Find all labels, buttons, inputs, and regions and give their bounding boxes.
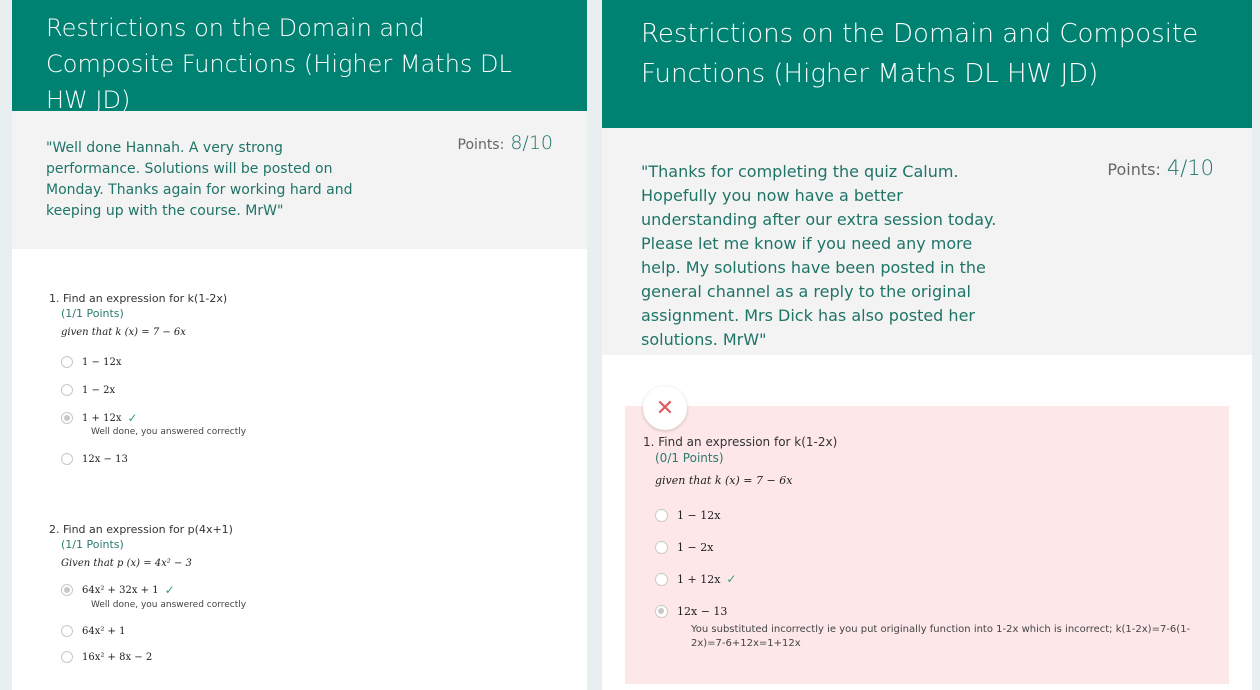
- radio-button[interactable]: [61, 356, 73, 368]
- check-icon: ✓: [127, 411, 138, 425]
- question-title: 2. Find an expression for p(4x+1): [49, 523, 233, 536]
- option-2[interactable]: 1 − 2x: [655, 531, 1213, 563]
- question-given: Given that p (x) = 4x² − 3: [61, 558, 192, 569]
- question-1: 1. Find an expression for k(1-2x) (1/1 P…: [49, 292, 549, 473]
- option-4[interactable]: 12x − 13: [61, 445, 549, 473]
- question-points: (1/1 Points): [61, 307, 124, 320]
- radio-button-selected[interactable]: [61, 584, 73, 596]
- option-3[interactable]: 16x² + 8x − 2: [61, 644, 549, 670]
- check-icon: ✓: [726, 572, 737, 586]
- option-label: 1 − 12x: [677, 508, 721, 522]
- points-display: Points: 4/10: [1107, 156, 1214, 182]
- points-score: 8/10: [510, 132, 553, 154]
- radio-button[interactable]: [61, 453, 73, 465]
- question-points: (1/1 Points): [61, 538, 124, 551]
- check-icon: ✓: [164, 583, 175, 597]
- teacher-feedback: "Well done Hannah. A very strong perform…: [12, 111, 587, 249]
- incorrect-question-card: ✕ 1. Find an expression for k(1-2x) (0/1…: [625, 386, 1229, 684]
- option-label: 1 + 12x: [677, 572, 721, 586]
- options-list: 64x² + 32x + 1 ✓ Well done, you answered…: [61, 577, 549, 670]
- options-list: 1 − 12x 1 − 2x 1 + 12x ✓ Well done, you …: [61, 348, 549, 473]
- points-label: Points:: [1107, 160, 1161, 179]
- options-list: 1 − 12x 1 − 2x 1 + 12x ✓ 12x − 13 You su…: [655, 499, 1213, 651]
- question-given: given that k (x) = 7 − 6x: [61, 327, 186, 338]
- question-2: 2. Find an expression for p(4x+1) (1/1 P…: [49, 523, 549, 670]
- option-label: 1 − 2x: [82, 384, 116, 396]
- radio-button[interactable]: [655, 572, 668, 586]
- question-title: 1. Find an expression for k(1-2x): [49, 292, 228, 305]
- question-given: given that k (x) = 7 − 6x: [655, 474, 793, 487]
- option-label: 12x − 13: [677, 604, 728, 618]
- answer-feedback: Well done, you answered correctly: [91, 600, 247, 610]
- question-points: (0/1 Points): [655, 451, 724, 465]
- option-label: 12x − 13: [82, 453, 128, 465]
- points-display: Points: 8/10: [458, 133, 553, 156]
- answer-feedback: Well done, you answered correctly: [91, 427, 247, 437]
- question-title: 1. Find an expression for k(1-2x): [643, 435, 838, 449]
- radio-button[interactable]: [61, 384, 73, 396]
- teacher-feedback: "Thanks for completing the quiz Calum. H…: [602, 128, 1252, 355]
- radio-button-selected[interactable]: [655, 604, 668, 618]
- answer-feedback: You substituted incorrectly ie you put o…: [691, 624, 1191, 649]
- radio-button-selected[interactable]: [61, 412, 73, 424]
- quiz-result-panel-left: Restrictions on the Domain and Composite…: [12, 0, 587, 690]
- quiz-title: Restrictions on the Domain and Composite…: [602, 0, 1252, 128]
- option-3[interactable]: 1 + 12x ✓: [655, 563, 1213, 595]
- quiz-result-panel-right: Restrictions on the Domain and Composite…: [602, 0, 1252, 690]
- option-label: 64x² + 1: [82, 625, 126, 637]
- radio-button[interactable]: [61, 651, 73, 663]
- option-1[interactable]: 1 − 12x: [655, 499, 1213, 531]
- radio-button[interactable]: [61, 625, 73, 637]
- feedback-text: "Well done Hannah. A very strong perform…: [46, 140, 353, 219]
- points-score: 4/10: [1166, 156, 1214, 180]
- option-1[interactable]: 1 − 12x: [61, 348, 549, 376]
- question-1: 1. Find an expression for k(1-2x) (0/1 P…: [643, 434, 1213, 651]
- option-label: 64x² + 32x + 1: [82, 584, 159, 596]
- option-2[interactable]: 1 − 2x: [61, 376, 549, 404]
- option-label: 1 + 12x: [82, 412, 122, 424]
- radio-button[interactable]: [655, 508, 668, 522]
- radio-button[interactable]: [655, 540, 668, 554]
- option-label: 1 − 2x: [677, 540, 714, 554]
- quiz-title: Restrictions on the Domain and Composite…: [12, 0, 587, 114]
- option-label: 1 − 12x: [82, 356, 122, 368]
- points-label: Points:: [457, 137, 505, 153]
- feedback-text: "Thanks for completing the quiz Calum. H…: [641, 162, 997, 349]
- option-label: 16x² + 8x − 2: [82, 651, 153, 663]
- option-2[interactable]: 64x² + 1: [61, 618, 549, 644]
- close-icon: ✕: [643, 386, 687, 430]
